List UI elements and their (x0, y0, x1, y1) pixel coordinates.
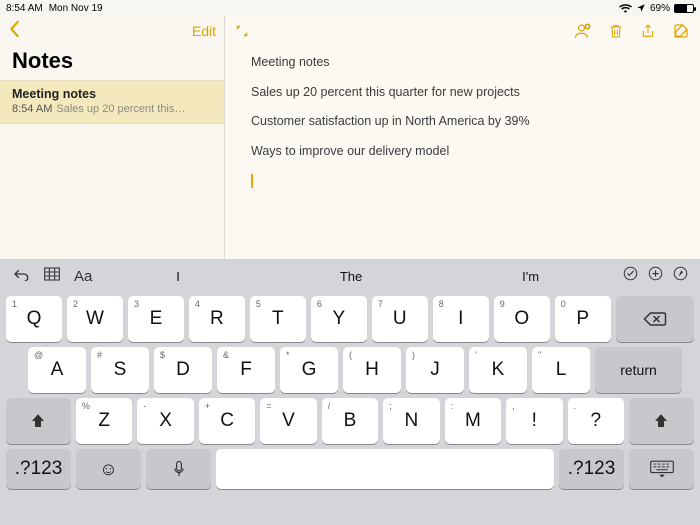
undo-icon[interactable] (12, 267, 30, 286)
key-row-3: %Z-X+C=V/B;N:M,!.? (4, 398, 696, 444)
suggestion[interactable]: The (320, 265, 382, 288)
note-item-title: Meeting notes (12, 87, 212, 101)
battery-icon (674, 4, 694, 13)
hide-keyboard-key[interactable] (629, 449, 694, 489)
key-A[interactable]: @A (28, 347, 86, 393)
dictation-key[interactable] (146, 449, 211, 489)
add-icon[interactable] (648, 266, 663, 286)
key-.?123[interactable]: .?123 (6, 449, 71, 489)
key-F[interactable]: &F (217, 347, 275, 393)
key-M[interactable]: :M (445, 398, 501, 444)
key-V[interactable]: =V (260, 398, 316, 444)
key-P[interactable]: 0P (555, 296, 611, 342)
share-icon[interactable] (640, 22, 656, 40)
key-L[interactable]: "L (532, 347, 590, 393)
key-R[interactable]: 4R (189, 296, 245, 342)
keyboard: Aa I The I'm 1Q2W3E4R5T6Y7U8I9O0P @A#S$D… (0, 260, 700, 525)
suggestion[interactable]: I'm (502, 265, 559, 288)
key-S[interactable]: #S (91, 347, 149, 393)
add-people-icon[interactable] (574, 22, 592, 40)
key-Y[interactable]: 6Y (311, 296, 367, 342)
key-E[interactable]: 3E (128, 296, 184, 342)
note-list-item[interactable]: Meeting notes 8:54 AMSales up 20 percent… (0, 80, 224, 124)
prediction-bar: Aa I The I'm (0, 260, 700, 292)
key-B[interactable]: /B (322, 398, 378, 444)
checklist-icon[interactable] (623, 266, 638, 286)
shift-key[interactable] (629, 398, 694, 444)
key-J[interactable]: )J (406, 347, 464, 393)
status-date: Mon Nov 19 (49, 3, 103, 14)
key-H[interactable]: (H (343, 347, 401, 393)
fullscreen-icon[interactable] (235, 24, 249, 38)
key-I[interactable]: 8I (433, 296, 489, 342)
edit-button[interactable]: Edit (192, 23, 216, 39)
format-icon[interactable]: Aa (74, 268, 92, 285)
shift-key[interactable] (6, 398, 71, 444)
key-row-4: .?123☺.?123 (4, 449, 696, 489)
key-return[interactable]: return (595, 347, 682, 393)
backspace-key[interactable] (616, 296, 694, 342)
location-icon (636, 3, 646, 13)
key-![interactable]: ,! (506, 398, 562, 444)
key-D[interactable]: $D (154, 347, 212, 393)
key-Q[interactable]: 1Q (6, 296, 62, 342)
compose-icon[interactable] (672, 22, 690, 40)
back-button[interactable] (8, 20, 22, 43)
notes-sidebar: Edit Notes Meeting notes 8:54 AMSales up… (0, 16, 225, 259)
key-X[interactable]: -X (137, 398, 193, 444)
key-W[interactable]: 2W (67, 296, 123, 342)
key-K[interactable]: 'K (469, 347, 527, 393)
key-Z[interactable]: %Z (76, 398, 132, 444)
sidebar-title: Notes (0, 46, 224, 80)
key-space[interactable] (216, 449, 554, 489)
emoji-key[interactable]: ☺ (76, 449, 141, 489)
status-time: 8:54 AM (6, 3, 43, 14)
markup-icon[interactable] (673, 266, 688, 286)
key-.?123[interactable]: .?123 (559, 449, 624, 489)
battery-percent: 69% (650, 3, 670, 14)
trash-icon[interactable] (608, 22, 624, 40)
note-item-meta: 8:54 AMSales up 20 percent this… (12, 103, 212, 115)
note-body[interactable]: Meeting notes Sales up 20 percent this q… (225, 46, 700, 198)
note-editor: Meeting notes Sales up 20 percent this q… (225, 16, 700, 259)
status-bar: 8:54 AM Mon Nov 19 69% (0, 0, 700, 16)
key-G[interactable]: *G (280, 347, 338, 393)
key-C[interactable]: +C (199, 398, 255, 444)
key-T[interactable]: 5T (250, 296, 306, 342)
wifi-icon (619, 3, 632, 13)
key-?[interactable]: .? (568, 398, 624, 444)
key-row-2: @A#S$D&F*G(H)J'K"Lreturn (4, 347, 696, 393)
key-O[interactable]: 9O (494, 296, 550, 342)
key-N[interactable]: ;N (383, 398, 439, 444)
table-icon[interactable] (44, 267, 60, 286)
key-U[interactable]: 7U (372, 296, 428, 342)
key-row-1: 1Q2W3E4R5T6Y7U8I9O0P (4, 296, 696, 342)
suggestion[interactable]: I (156, 265, 200, 288)
text-cursor (251, 174, 253, 188)
